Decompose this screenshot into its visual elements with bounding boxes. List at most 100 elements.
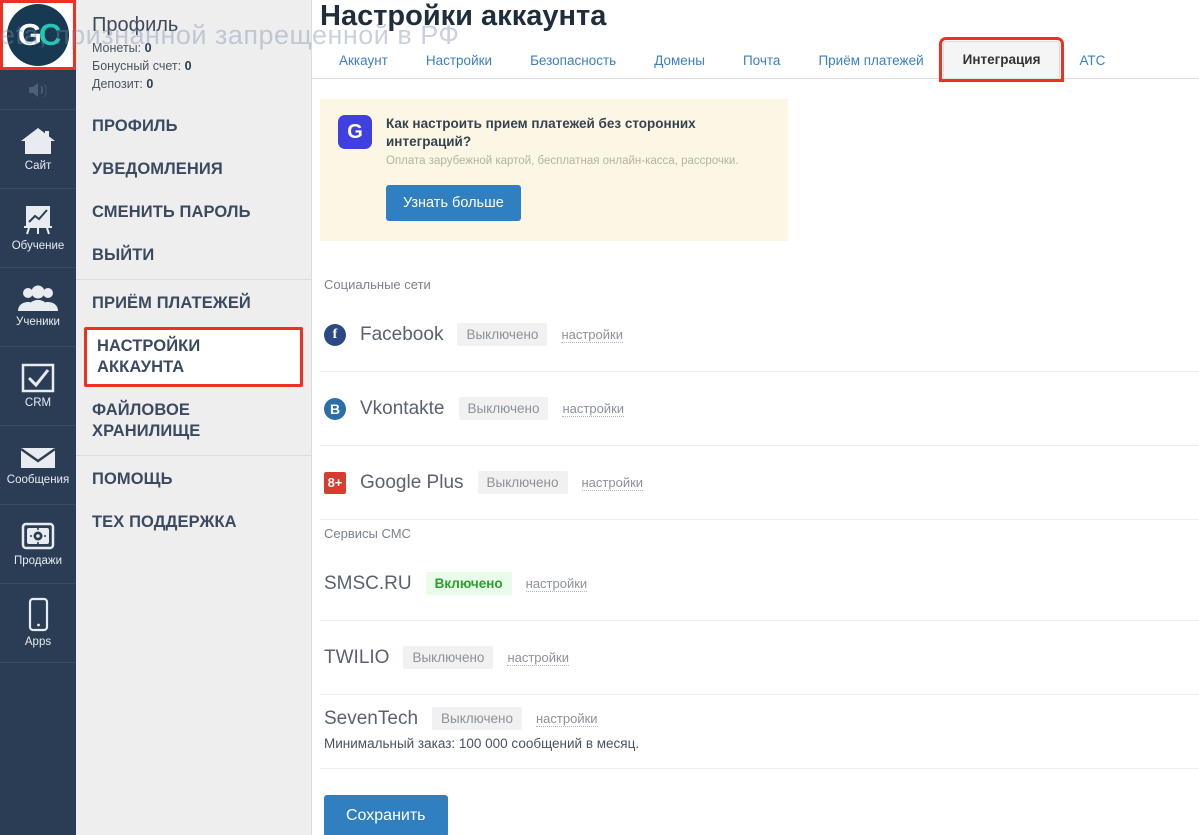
menu-item-tech-support[interactable]: ТЕХ ПОДДЕРЖКА xyxy=(76,501,311,544)
sms-section-label: Сервисы СМС xyxy=(324,526,411,541)
tab-bar: Аккаунт Настройки Безопасность Домены По… xyxy=(312,36,1199,82)
chart-easel-icon xyxy=(18,203,58,237)
menu-item-change-password[interactable]: СМЕНИТЬ ПАРОЛЬ xyxy=(76,191,311,234)
people-icon xyxy=(16,285,60,313)
menu-item-profile[interactable]: ПРОФИЛЬ xyxy=(76,105,311,148)
stat-value: 0 xyxy=(144,41,152,55)
status-badge: Выключено xyxy=(477,471,568,494)
tab-payments[interactable]: Приём платежей xyxy=(799,43,942,78)
status-badge: Выключено xyxy=(458,397,549,420)
service-name: Facebook xyxy=(360,323,444,345)
banner-body: Как настроить прием платежей без сторонн… xyxy=(386,115,770,221)
status-badge: Выключено xyxy=(457,323,548,346)
settings-link[interactable]: настройки xyxy=(507,650,569,666)
status-badge: Включено xyxy=(425,572,512,595)
sidebar-item-students[interactable]: Ученики xyxy=(0,268,76,347)
stat-label: Депозит: xyxy=(92,77,143,91)
tab-mail[interactable]: Почта xyxy=(724,43,800,78)
integration-row-smsc: SMSC.RU Включено настройки xyxy=(320,547,1199,621)
service-name: SevenTech xyxy=(324,707,419,729)
speaker-icon[interactable] xyxy=(0,70,76,110)
safe-icon xyxy=(19,520,57,552)
menu-divider xyxy=(76,455,311,456)
stat-label: Монеты: xyxy=(92,41,142,55)
google-plus-icon: 8+ xyxy=(324,471,346,494)
sidebar-item-label: Apps xyxy=(24,636,52,649)
checkbox-icon xyxy=(19,362,57,394)
service-name: SMSC.RU xyxy=(324,572,412,594)
settings-link[interactable]: настройки xyxy=(536,711,598,727)
settings-link[interactable]: настройки xyxy=(581,475,644,491)
menu-group-profile: ПРОФИЛЬ УВЕДОМЛЕНИЯ СМЕНИТЬ ПАРОЛЬ ВЫЙТИ xyxy=(76,105,311,277)
integration-row-twilio: TWILIO Выключено настройки xyxy=(320,621,1199,695)
sidebar-item-label: Продажи xyxy=(13,555,63,568)
status-badge: Выключено xyxy=(403,646,494,669)
social-section-label: Социальные сети xyxy=(324,277,431,292)
service-name: TWILIO xyxy=(324,646,390,668)
menu-item-file-storage[interactable]: ФАЙЛОВОЕ ХРАНИЛИЩЕ xyxy=(76,389,311,453)
sidebar-item-apps[interactable]: Apps xyxy=(0,584,76,663)
menu-group-account: ПРИЁМ ПЛАТЕЖЕЙ НАСТРОЙКИ АККАУНТА ФАЙЛОВ… xyxy=(76,282,311,453)
seventech-main-row: SevenTech Выключено настройки xyxy=(320,695,1199,730)
integration-row-google-plus: 8+ Google Plus Выключено настройки xyxy=(320,446,1199,520)
tab-security[interactable]: Безопасность xyxy=(511,43,635,78)
tab-integration[interactable]: Интеграция xyxy=(938,37,1065,82)
logo-letter-g: G xyxy=(17,17,42,52)
sidebar-item-label: Сообщения xyxy=(6,474,70,487)
promo-banner: G Как настроить прием платежей без сторо… xyxy=(320,99,788,241)
seventech-note: Минимальный заказ: 100 000 сообщений в м… xyxy=(324,736,640,751)
tab-account[interactable]: Аккаунт xyxy=(320,43,407,78)
menu-title: Профиль xyxy=(92,14,179,36)
facebook-icon: f xyxy=(324,323,346,346)
stat-bonus: Бонусный счет: 0 xyxy=(92,57,295,75)
house-icon xyxy=(18,125,58,157)
settings-link[interactable]: настройки xyxy=(562,401,625,417)
stat-coins: Монеты: 0 xyxy=(92,39,295,57)
menu-item-account-settings[interactable]: НАСТРОЙКИ АККАУНТА xyxy=(84,327,303,387)
menu-divider xyxy=(76,279,311,280)
settings-content: G Как настроить прием платежей без сторо… xyxy=(312,79,1199,835)
stat-label: Бонусный счет: xyxy=(92,59,182,73)
sidebar-item-messages[interactable]: Сообщения xyxy=(0,426,76,505)
tab-settings[interactable]: Настройки xyxy=(407,43,511,78)
stat-value: 0 xyxy=(184,59,192,73)
integration-row-vkontakte: B Vkontakte Выключено настройки xyxy=(320,372,1199,446)
sidebar-item-site[interactable]: Сайт xyxy=(0,110,76,189)
page-title: Настройки аккаунта xyxy=(320,0,607,32)
status-badge: Выключено xyxy=(432,707,522,730)
menu-group-support: ПОМОЩЬ ТЕХ ПОДДЕРЖКА xyxy=(76,458,311,544)
sidebar-item-crm[interactable]: CRM xyxy=(0,347,76,426)
sidebar-item-label: Сайт xyxy=(24,160,52,173)
tab-pbx[interactable]: АТС xyxy=(1060,43,1124,78)
profile-stats: Монеты: 0 Бонусный счет: 0 Депозит: 0 xyxy=(76,39,311,93)
save-button[interactable]: Сохранить xyxy=(324,795,448,835)
getcourse-logo-icon[interactable]: GC xyxy=(7,4,69,66)
service-name: Google Plus xyxy=(360,471,464,493)
integration-row-facebook: f Facebook Выключено настройки xyxy=(320,298,1199,372)
banner-title: Как настроить прием платежей без сторонн… xyxy=(386,116,696,149)
learn-more-button[interactable]: Узнать больше xyxy=(386,185,521,221)
stat-value: 0 xyxy=(146,77,154,91)
phone-icon xyxy=(24,597,52,633)
menu-item-payments[interactable]: ПРИЁМ ПЛАТЕЖЕЙ xyxy=(76,282,311,325)
tab-domains[interactable]: Домены xyxy=(635,43,724,78)
logo-letter-c: C xyxy=(38,17,61,52)
main-content: Настройки аккаунта Аккаунт Настройки Без… xyxy=(312,0,1199,835)
app-root: GC Сайт Обучение Ученики CRM Сообщения П… xyxy=(0,0,1199,835)
settings-link[interactable]: настройки xyxy=(561,327,623,343)
sidebar-item-sales[interactable]: Продажи xyxy=(0,505,76,584)
vkontakte-icon: B xyxy=(324,397,346,420)
icon-rail: GC Сайт Обучение Ученики CRM Сообщения П… xyxy=(0,0,76,835)
envelope-icon xyxy=(18,443,58,471)
menu-item-help[interactable]: ПОМОЩЬ xyxy=(76,458,311,501)
sidebar-item-label: Ученики xyxy=(16,316,60,329)
menu-item-notifications[interactable]: УВЕДОМЛЕНИЯ xyxy=(76,148,311,191)
integration-row-seventech: SevenTech Выключено настройки Минимальны… xyxy=(320,695,1199,769)
getcourse-pay-icon: G xyxy=(338,115,372,149)
settings-link[interactable]: настройки xyxy=(525,576,588,592)
stat-deposit: Депозит: 0 xyxy=(92,75,295,93)
menu-item-logout[interactable]: ВЫЙТИ xyxy=(76,234,311,277)
sidebar-item-education[interactable]: Обучение xyxy=(0,189,76,268)
logo-container[interactable]: GC xyxy=(0,0,76,70)
service-name: Vkontakte xyxy=(360,397,445,419)
